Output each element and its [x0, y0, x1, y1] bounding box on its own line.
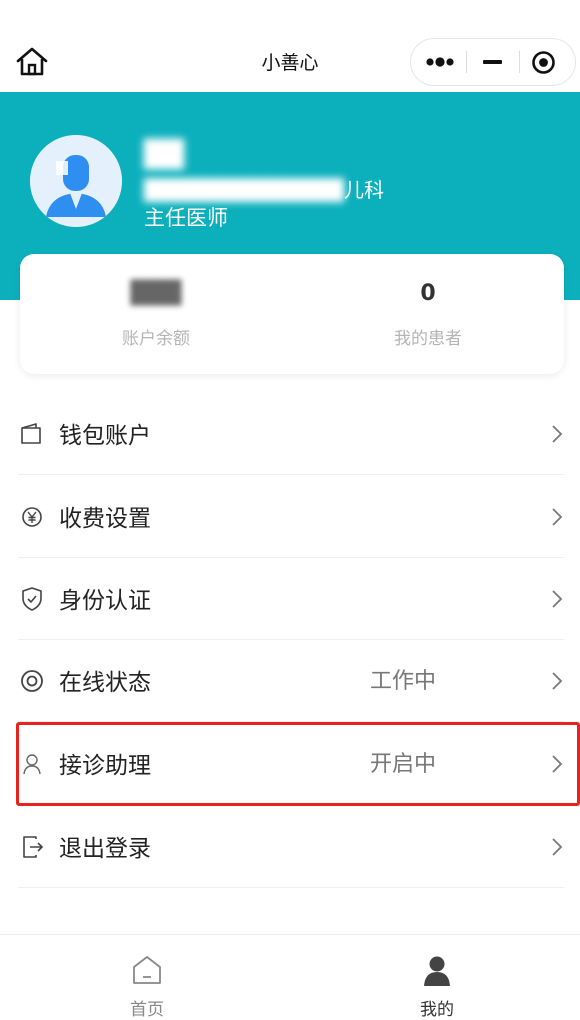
patients-label: 我的患者	[394, 329, 462, 349]
balance-stat[interactable]: ███ 账户余额	[20, 278, 292, 349]
highlight-box	[16, 722, 580, 806]
patients-value: 0	[420, 281, 436, 306]
menu-item-online-status[interactable]: 在线状态 工作中	[18, 639, 564, 722]
menu-item-logout[interactable]: 退出登录	[18, 805, 564, 888]
menu-item-label: 身份认证	[59, 588, 151, 614]
doctor-title: 主任医师	[144, 206, 228, 230]
chevron-right-icon	[552, 838, 563, 856]
tab-home-label: 首页	[130, 1000, 164, 1020]
chevron-right-icon	[552, 508, 563, 526]
menu-item-fee-settings[interactable]: 收费设置	[18, 475, 564, 558]
doctor-avatar-icon	[30, 135, 122, 227]
chevron-right-icon	[552, 672, 563, 690]
wallet-icon	[21, 423, 41, 444]
capsule-divider	[519, 51, 520, 73]
tab-home[interactable]: 首页	[97, 953, 197, 1020]
minimize-icon[interactable]	[483, 60, 502, 64]
yen-icon	[22, 507, 42, 527]
logout-icon	[23, 836, 44, 858]
top-nav-bar: 小善心	[0, 0, 580, 92]
menu-item-wallet[interactable]: 钱包账户	[18, 392, 564, 475]
stats-card: ███ 账户余额 0 我的患者	[20, 254, 564, 374]
capsule-divider	[466, 51, 467, 73]
mini-program-capsule	[410, 38, 576, 86]
doctor-name: ██	[144, 140, 184, 170]
tab-mine[interactable]: 我的	[387, 953, 487, 1020]
more-icon[interactable]	[423, 49, 457, 75]
balance-value: ███	[130, 281, 182, 306]
avatar[interactable]	[30, 135, 122, 227]
online-status-value: 工作中	[370, 669, 437, 694]
menu-item-label: 钱包账户	[59, 423, 151, 449]
menu-item-label: 在线状态	[59, 670, 151, 696]
menu-item-label: 收费设置	[59, 506, 151, 532]
online-status-icon	[21, 670, 43, 692]
balance-label: 账户余额	[122, 329, 190, 349]
close-target-icon[interactable]	[531, 50, 556, 75]
doctor-department: 儿科	[343, 178, 384, 202]
chevron-right-icon	[552, 590, 563, 608]
tab-mine-label: 我的	[420, 1000, 454, 1020]
doctor-hospital-hidden: █████████████	[144, 178, 344, 202]
menu-item-label: 退出登录	[59, 836, 151, 862]
menu-item-identity[interactable]: 身份认证	[18, 557, 564, 640]
home-tab-icon	[133, 956, 161, 984]
user-tab-icon	[424, 956, 450, 986]
patients-stat[interactable]: 0 我的患者	[292, 278, 564, 349]
shield-check-icon	[22, 587, 42, 611]
doctor-hospital: █████████████儿科	[144, 174, 384, 203]
bottom-tab-bar: 首页 我的	[0, 934, 580, 1020]
chevron-right-icon	[552, 425, 563, 443]
